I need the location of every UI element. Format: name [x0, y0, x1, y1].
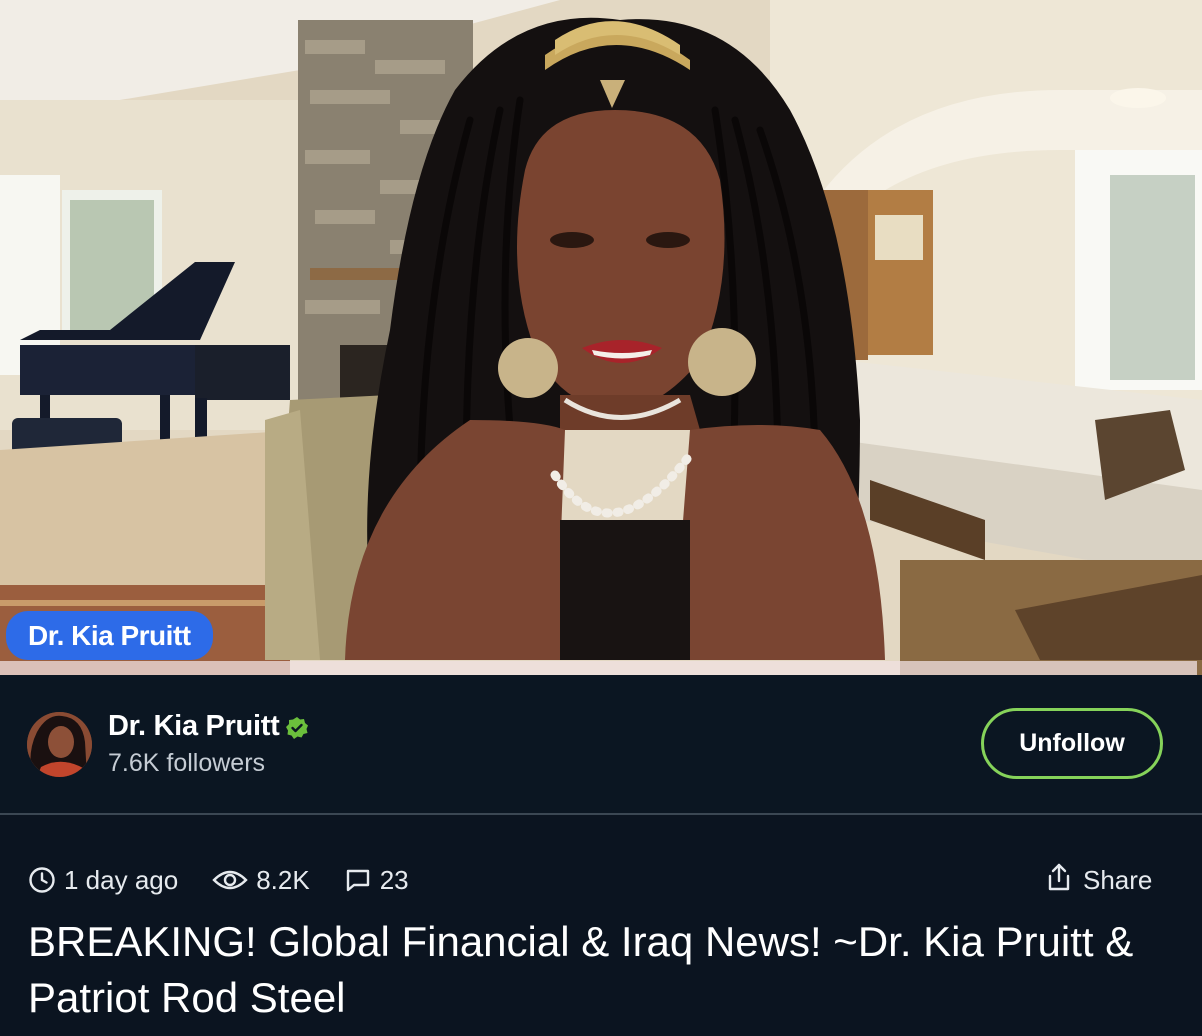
share-button[interactable]: Share: [1045, 862, 1152, 898]
comment-count[interactable]: 23: [344, 865, 409, 896]
view-count: 8.2K: [212, 865, 310, 896]
posted-time: 1 day ago: [28, 865, 178, 896]
channel-avatar[interactable]: [27, 712, 92, 777]
video-meta-row: 1 day ago 8.2K 23: [28, 862, 443, 898]
eye-icon: [212, 866, 248, 894]
comment-count-text: 23: [379, 864, 409, 895]
unfollow-button[interactable]: Unfollow: [981, 708, 1163, 779]
speaker-name-tag: Dr. Kia Pruitt: [6, 611, 213, 660]
comment-icon: [344, 866, 372, 894]
video-player[interactable]: Dr. Kia Pruitt: [0, 0, 1202, 675]
follower-count: 7.6K followers: [108, 749, 266, 777]
view-count-text: 8.2K: [256, 864, 310, 895]
video-title: BREAKING! Global Financial & Iraq News! …: [28, 918, 1134, 1021]
check-badge-icon: [285, 715, 309, 739]
share-icon: [1045, 862, 1073, 899]
channel-name[interactable]: Dr. Kia Pruitt: [108, 710, 309, 743]
posted-time-text: 1 day ago: [64, 864, 179, 895]
section-divider: [0, 813, 1202, 815]
share-label: Share: [1083, 864, 1153, 895]
video-thumbnail: [0, 0, 1202, 675]
clock-icon: [28, 866, 56, 894]
video-progress-track[interactable]: [0, 661, 1197, 675]
channel-name-text[interactable]: Dr. Kia Pruitt: [108, 710, 280, 743]
channel-bar: Dr. Kia Pruitt 7.6K followers Unfollow: [0, 675, 1202, 814]
